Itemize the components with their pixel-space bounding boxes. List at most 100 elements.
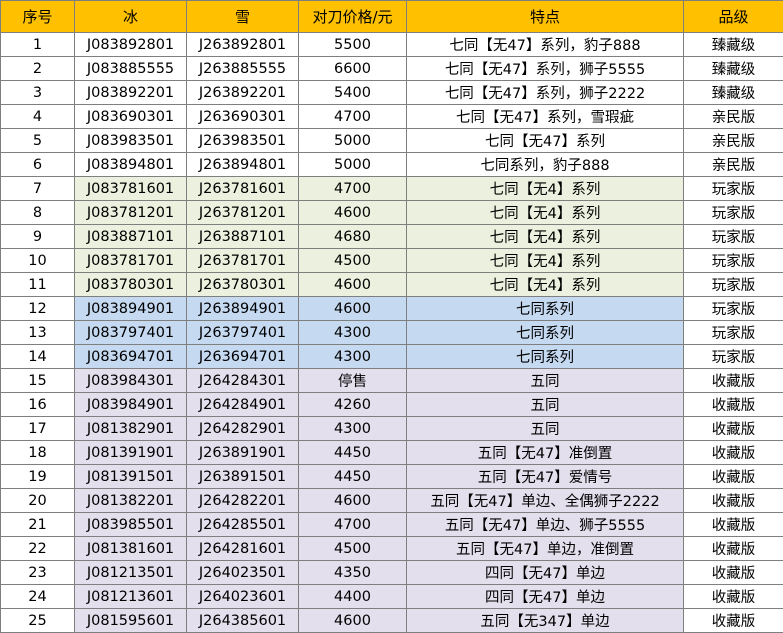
cell-no: 23 bbox=[1, 561, 75, 585]
cell-ice: J083780301 bbox=[75, 273, 187, 297]
cell-grade: 收藏版 bbox=[684, 537, 783, 561]
cell-feature: 四同【无47】单边 bbox=[407, 585, 684, 609]
cell-snow: J263885555 bbox=[187, 57, 299, 81]
cell-price: 4260 bbox=[299, 393, 407, 417]
cell-ice: J081595601 bbox=[75, 609, 187, 633]
cell-grade: 玩家版 bbox=[684, 345, 783, 369]
cell-snow: J263891901 bbox=[187, 441, 299, 465]
cell-snow: J263781601 bbox=[187, 177, 299, 201]
cell-feature: 七同【无4】系列 bbox=[407, 249, 684, 273]
cell-snow: J263781201 bbox=[187, 201, 299, 225]
cell-ice: J081382901 bbox=[75, 417, 187, 441]
table-row: 25J081595601J2643856014600五同【无347】单边收藏版 bbox=[1, 609, 783, 633]
table-row: 4J083690301J2636903014700七同【无47】系列，雪瑕疵亲民… bbox=[1, 105, 783, 129]
cell-price: 6600 bbox=[299, 57, 407, 81]
cell-grade: 收藏版 bbox=[684, 561, 783, 585]
cell-grade: 玩家版 bbox=[684, 297, 783, 321]
cell-no: 6 bbox=[1, 153, 75, 177]
cell-price: 4600 bbox=[299, 609, 407, 633]
cell-grade: 玩家版 bbox=[684, 177, 783, 201]
cell-no: 9 bbox=[1, 225, 75, 249]
cell-ice: J083885555 bbox=[75, 57, 187, 81]
cell-ice: J083892801 bbox=[75, 33, 187, 57]
cell-snow: J263983501 bbox=[187, 129, 299, 153]
header-snow: 雪 bbox=[187, 1, 299, 33]
cell-feature: 七同【无47】系列 bbox=[407, 129, 684, 153]
cell-grade: 亲民版 bbox=[684, 105, 783, 129]
cell-price: 4500 bbox=[299, 537, 407, 561]
cell-price: 停售 bbox=[299, 369, 407, 393]
cell-snow: J264284301 bbox=[187, 369, 299, 393]
header-price: 对刀价格/元 bbox=[299, 1, 407, 33]
cell-feature: 四同【无47】单边 bbox=[407, 561, 684, 585]
cell-price: 4680 bbox=[299, 225, 407, 249]
cell-feature: 七同【无47】系列，雪瑕疵 bbox=[407, 105, 684, 129]
cell-price: 5000 bbox=[299, 153, 407, 177]
cell-price: 5500 bbox=[299, 33, 407, 57]
table-row: 21J083985501J2642855014700五同【无47】单边、狮子55… bbox=[1, 513, 783, 537]
cell-ice: J081391501 bbox=[75, 465, 187, 489]
cell-ice: J081382201 bbox=[75, 489, 187, 513]
cell-price: 4300 bbox=[299, 345, 407, 369]
cell-price: 4450 bbox=[299, 465, 407, 489]
table-row: 20J081382201J2642822014600五同【无47】单边、全偶狮子… bbox=[1, 489, 783, 513]
cell-grade: 收藏版 bbox=[684, 465, 783, 489]
cell-grade: 收藏版 bbox=[684, 441, 783, 465]
table-row: 11J083780301J2637803014600七同【无4】系列玩家版 bbox=[1, 273, 783, 297]
cell-price: 4350 bbox=[299, 561, 407, 585]
cell-price: 4700 bbox=[299, 177, 407, 201]
cell-snow: J264023601 bbox=[187, 585, 299, 609]
table-row: 5J083983501J2639835015000七同【无47】系列亲民版 bbox=[1, 129, 783, 153]
cell-no: 18 bbox=[1, 441, 75, 465]
table-row: 13J083797401J2637974014300七同系列玩家版 bbox=[1, 321, 783, 345]
cell-ice: J083887101 bbox=[75, 225, 187, 249]
table-row: 14J083694701J2636947014300七同系列玩家版 bbox=[1, 345, 783, 369]
cell-price: 4500 bbox=[299, 249, 407, 273]
cell-feature: 五同【无347】单边 bbox=[407, 609, 684, 633]
cell-price: 4600 bbox=[299, 201, 407, 225]
cell-grade: 亲民版 bbox=[684, 153, 783, 177]
cell-price: 4700 bbox=[299, 105, 407, 129]
cell-snow: J263894801 bbox=[187, 153, 299, 177]
cell-grade: 收藏版 bbox=[684, 369, 783, 393]
table-row: 2J083885555J2638855556600七同【无47】系列，狮子555… bbox=[1, 57, 783, 81]
table-row: 8J083781201J2637812014600七同【无4】系列玩家版 bbox=[1, 201, 783, 225]
cell-ice: J083985501 bbox=[75, 513, 187, 537]
cell-price: 4300 bbox=[299, 417, 407, 441]
cell-price: 5000 bbox=[299, 129, 407, 153]
cell-feature: 七同【无4】系列 bbox=[407, 273, 684, 297]
cell-snow: J264023501 bbox=[187, 561, 299, 585]
cell-snow: J264282901 bbox=[187, 417, 299, 441]
table-row: 9J083887101J2638871014680七同【无4】系列玩家版 bbox=[1, 225, 783, 249]
cell-no: 25 bbox=[1, 609, 75, 633]
table-row: 23J081213501J2640235014350四同【无47】单边收藏版 bbox=[1, 561, 783, 585]
cell-ice: J083781701 bbox=[75, 249, 187, 273]
cell-price: 4400 bbox=[299, 585, 407, 609]
cell-no: 10 bbox=[1, 249, 75, 273]
cell-grade: 收藏版 bbox=[684, 513, 783, 537]
cell-snow: J263694701 bbox=[187, 345, 299, 369]
cell-snow: J263781701 bbox=[187, 249, 299, 273]
table-row: 17J081382901J2642829014300五同收藏版 bbox=[1, 417, 783, 441]
cell-ice: J083781201 bbox=[75, 201, 187, 225]
cell-ice: J083894801 bbox=[75, 153, 187, 177]
cell-feature: 七同系列 bbox=[407, 297, 684, 321]
cell-snow: J264385601 bbox=[187, 609, 299, 633]
cell-grade: 收藏版 bbox=[684, 393, 783, 417]
table-row: 19J081391501J2638915014450五同【无47】爱情号收藏版 bbox=[1, 465, 783, 489]
cell-feature: 五同【无47】爱情号 bbox=[407, 465, 684, 489]
table-row: 18J081391901J2638919014450五同【无47】准倒置收藏版 bbox=[1, 441, 783, 465]
cell-feature: 七同【无47】系列，豹子888 bbox=[407, 33, 684, 57]
cell-snow: J264284901 bbox=[187, 393, 299, 417]
cell-no: 8 bbox=[1, 201, 75, 225]
cell-ice: J083892201 bbox=[75, 81, 187, 105]
cell-price: 4600 bbox=[299, 489, 407, 513]
table-row: 3J083892201J2638922015400七同【无47】系列，狮子222… bbox=[1, 81, 783, 105]
cell-no: 17 bbox=[1, 417, 75, 441]
cell-ice: J081391901 bbox=[75, 441, 187, 465]
cell-snow: J264285501 bbox=[187, 513, 299, 537]
cell-price: 5400 bbox=[299, 81, 407, 105]
cell-ice: J083690301 bbox=[75, 105, 187, 129]
cell-grade: 臻藏级 bbox=[684, 33, 783, 57]
table-row: 24J081213601J2640236014400四同【无47】单边收藏版 bbox=[1, 585, 783, 609]
